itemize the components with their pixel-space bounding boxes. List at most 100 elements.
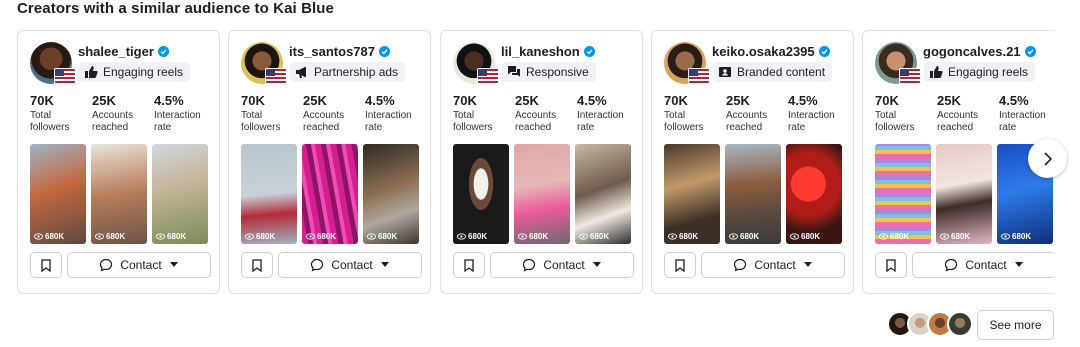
media-thumbnail[interactable]: 680K (786, 144, 842, 244)
eye-icon (879, 233, 888, 240)
stat-value: 70K (875, 93, 899, 108)
eye-icon (457, 233, 466, 240)
caret-down-icon (380, 262, 389, 267)
section-title: Creators with a similar audience to Kai … (17, 0, 334, 17)
media-thumbnail[interactable]: 680K (30, 144, 86, 244)
contact-button[interactable]: Contact (278, 252, 422, 278)
save-button[interactable] (664, 252, 696, 278)
contact-label: Contact (543, 258, 585, 272)
creator-handle[interactable]: gogoncalves.21 (923, 44, 1021, 59)
eye-icon (245, 233, 254, 240)
stat-value: 4.5% (365, 93, 395, 108)
creator-card[interactable]: its_santos787 Partnership ads 70K Total f… (228, 30, 431, 294)
save-button[interactable] (30, 252, 62, 278)
creator-card[interactable]: lil_kaneshon Responsive 70K Total followe… (440, 30, 643, 294)
eye-icon (668, 233, 677, 240)
media-thumbnail[interactable]: 680K (936, 144, 992, 244)
chevron-right-icon (1043, 151, 1052, 166)
view-count: 680K (801, 232, 821, 241)
view-count: 680K (378, 232, 398, 241)
stat-label: Accounts reached (92, 110, 134, 133)
creator-card[interactable]: gogoncalves.21 Engaging reels 70K Total f… (862, 30, 1054, 294)
creator-tag: Responsive (502, 62, 596, 82)
see-more-button[interactable]: See more (977, 310, 1054, 340)
stat-label: Total followers (664, 110, 704, 133)
media-thumbnail[interactable]: 680K (241, 144, 297, 244)
view-count: 680K (890, 232, 910, 241)
stat-value: 70K (30, 93, 54, 108)
tag-label: Responsive (526, 65, 589, 79)
stat-label: Total followers (875, 110, 915, 133)
view-count: 680K (167, 232, 187, 241)
stat-value: 25K (937, 93, 961, 108)
media-thumbnail[interactable]: 680K (363, 144, 419, 244)
stat-label: Accounts reached (303, 110, 345, 133)
thumbs-up-icon (85, 66, 98, 78)
stat-value: 25K (92, 93, 116, 108)
stat-label: Accounts reached (515, 110, 557, 133)
media-thumbnail[interactable]: 680K (302, 144, 358, 244)
media-thumbnail[interactable]: 680K (152, 144, 208, 244)
stat-label: Accounts reached (937, 110, 979, 133)
message-icon (734, 258, 747, 272)
save-button[interactable] (453, 252, 485, 278)
chat-bubbles-icon (508, 66, 520, 77)
caret-down-icon (169, 262, 178, 267)
creator-card[interactable]: keiko.osaka2395 Branded content 70K Total… (651, 30, 854, 294)
stat-label: Interaction rate (365, 110, 412, 133)
verified-badge-icon (157, 46, 169, 57)
message-icon (945, 258, 958, 272)
media-thumbnail[interactable]: 680K (664, 144, 720, 244)
message-icon (523, 258, 536, 272)
bookmark-icon (464, 258, 474, 272)
stat-value: 4.5% (154, 93, 184, 108)
media-thumbnail[interactable]: 680K (875, 144, 931, 244)
caret-down-icon (592, 262, 601, 267)
stat-value: 4.5% (788, 93, 818, 108)
carousel-next-button[interactable] (1028, 139, 1067, 178)
verified-badge-icon (1024, 46, 1036, 57)
message-icon (100, 258, 113, 272)
tag-label: Partnership ads (314, 65, 399, 79)
us-flag-icon (54, 68, 76, 84)
media-thumbnail[interactable]: 680K (91, 144, 147, 244)
creator-carousel: shalee_tiger Engaging reels 70K Total fol… (0, 30, 1054, 298)
media-thumbnail[interactable]: 680K (514, 144, 570, 244)
stat-value: 4.5% (577, 93, 607, 108)
eye-icon (518, 233, 527, 240)
media-thumbnail[interactable]: 680K (725, 144, 781, 244)
media-thumbnail[interactable]: 680K (453, 144, 509, 244)
contact-button[interactable]: Contact (67, 252, 211, 278)
view-count: 680K (106, 232, 126, 241)
contact-label: Contact (965, 258, 1007, 272)
stat-label: Total followers (241, 110, 281, 133)
creator-handle[interactable]: lil_kaneshon (501, 44, 580, 59)
stat-value: 25K (726, 93, 750, 108)
thumbs-up-icon (930, 66, 943, 78)
tag-label: Branded content (737, 65, 826, 79)
creator-tag: Engaging reels (924, 62, 1036, 82)
stat-value: 70K (453, 93, 477, 108)
creator-handle[interactable]: shalee_tiger (78, 44, 154, 59)
save-button[interactable] (241, 252, 273, 278)
view-count: 680K (468, 232, 488, 241)
contact-button[interactable]: Contact (701, 252, 845, 278)
creator-tag: Branded content (713, 62, 833, 82)
contact-button[interactable]: Contact (912, 252, 1054, 278)
stat-label: Interaction rate (154, 110, 201, 133)
tag-label: Engaging reels (103, 65, 184, 79)
megaphone-icon (296, 66, 306, 78)
stat-value: 70K (664, 93, 688, 108)
contact-button[interactable]: Contact (490, 252, 634, 278)
creator-card[interactable]: shalee_tiger Engaging reels 70K Total fol… (17, 30, 220, 294)
eye-icon (1001, 233, 1010, 240)
message-icon (311, 258, 324, 272)
bookmark-icon (252, 258, 262, 272)
save-button[interactable] (875, 252, 907, 278)
eye-icon (34, 233, 43, 240)
verified-badge-icon (583, 46, 595, 57)
creator-handle[interactable]: keiko.osaka2395 (712, 44, 815, 59)
media-thumbnail[interactable]: 680K (575, 144, 631, 244)
creator-handle[interactable]: its_santos787 (289, 44, 375, 59)
stat-label: Interaction rate (999, 110, 1046, 133)
